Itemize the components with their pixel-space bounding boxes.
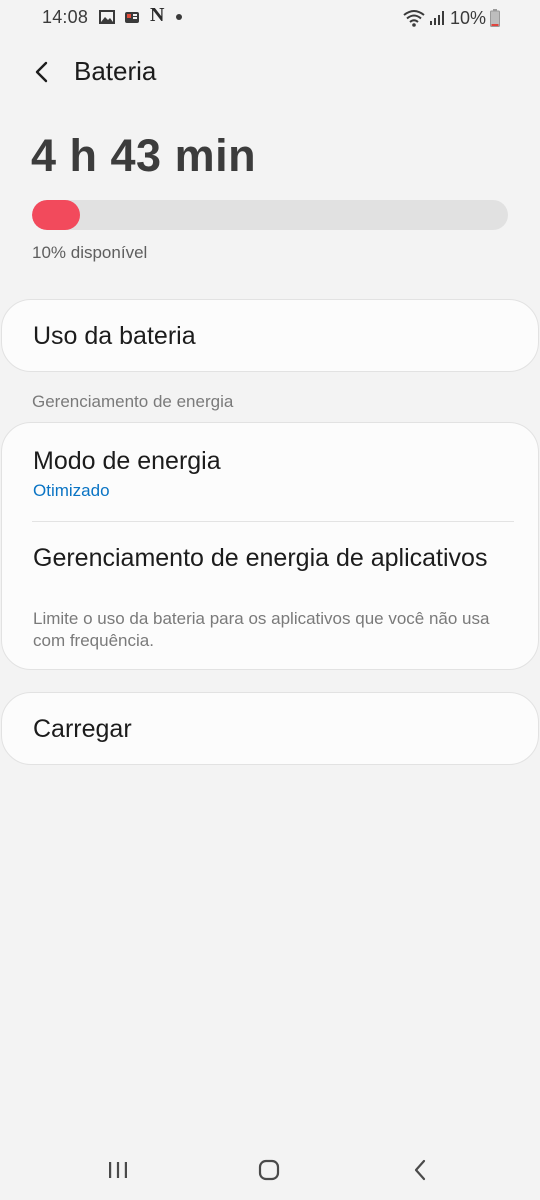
battery-available-text: 10% disponível (32, 243, 148, 262)
gallery-icon (99, 10, 115, 24)
back-icon (414, 1159, 426, 1181)
section-header-power-management: Gerenciamento de energia (32, 392, 234, 411)
app-notification-icon (125, 12, 139, 23)
app-power-management-item[interactable]: Gerenciamento de energia de aplicativos … (2, 522, 538, 670)
time-remaining: 4 h 43 min (31, 130, 257, 181)
battery-icon (490, 9, 500, 27)
charging-label: Carregar (33, 715, 132, 743)
navigation-bar (0, 1140, 540, 1200)
app-power-management-description: Limite o uso da bateria para os aplicati… (33, 609, 490, 650)
power-mode-item[interactable]: Modo de energia Otimizado (2, 423, 538, 521)
more-dot-icon (176, 14, 182, 20)
app-bar: Bateria (0, 42, 540, 102)
home-button[interactable] (249, 1150, 289, 1190)
battery-usage-label: Uso da bateria (33, 322, 196, 350)
wifi-icon (403, 10, 425, 27)
battery-usage-item[interactable]: Uso da bateria (1, 299, 539, 372)
battery-level-fill (32, 200, 80, 230)
battery-level-bar (32, 200, 508, 230)
app-power-management-title: Gerenciamento de energia de aplicativos (33, 544, 488, 572)
status-bar: 14:08 N 10% (0, 0, 540, 36)
page-title: Bateria (74, 56, 157, 86)
home-icon (258, 1159, 280, 1181)
signal-icon (429, 11, 444, 25)
recents-icon (109, 1162, 127, 1178)
netflix-icon: N (150, 4, 165, 26)
charging-item[interactable]: Carregar (1, 692, 539, 765)
power-management-card: Modo de energia Otimizado Gerenciamento … (1, 422, 539, 670)
power-mode-title: Modo de energia (33, 447, 221, 475)
status-indicators: 10% (403, 7, 500, 29)
chevron-left-icon (35, 61, 48, 83)
system-back-button[interactable] (400, 1150, 440, 1190)
recents-button[interactable] (98, 1150, 138, 1190)
status-time: 14:08 (42, 7, 89, 27)
battery-percent: 10% (449, 7, 486, 28)
power-mode-value: Otimizado (33, 481, 110, 500)
back-button[interactable] (24, 54, 60, 90)
